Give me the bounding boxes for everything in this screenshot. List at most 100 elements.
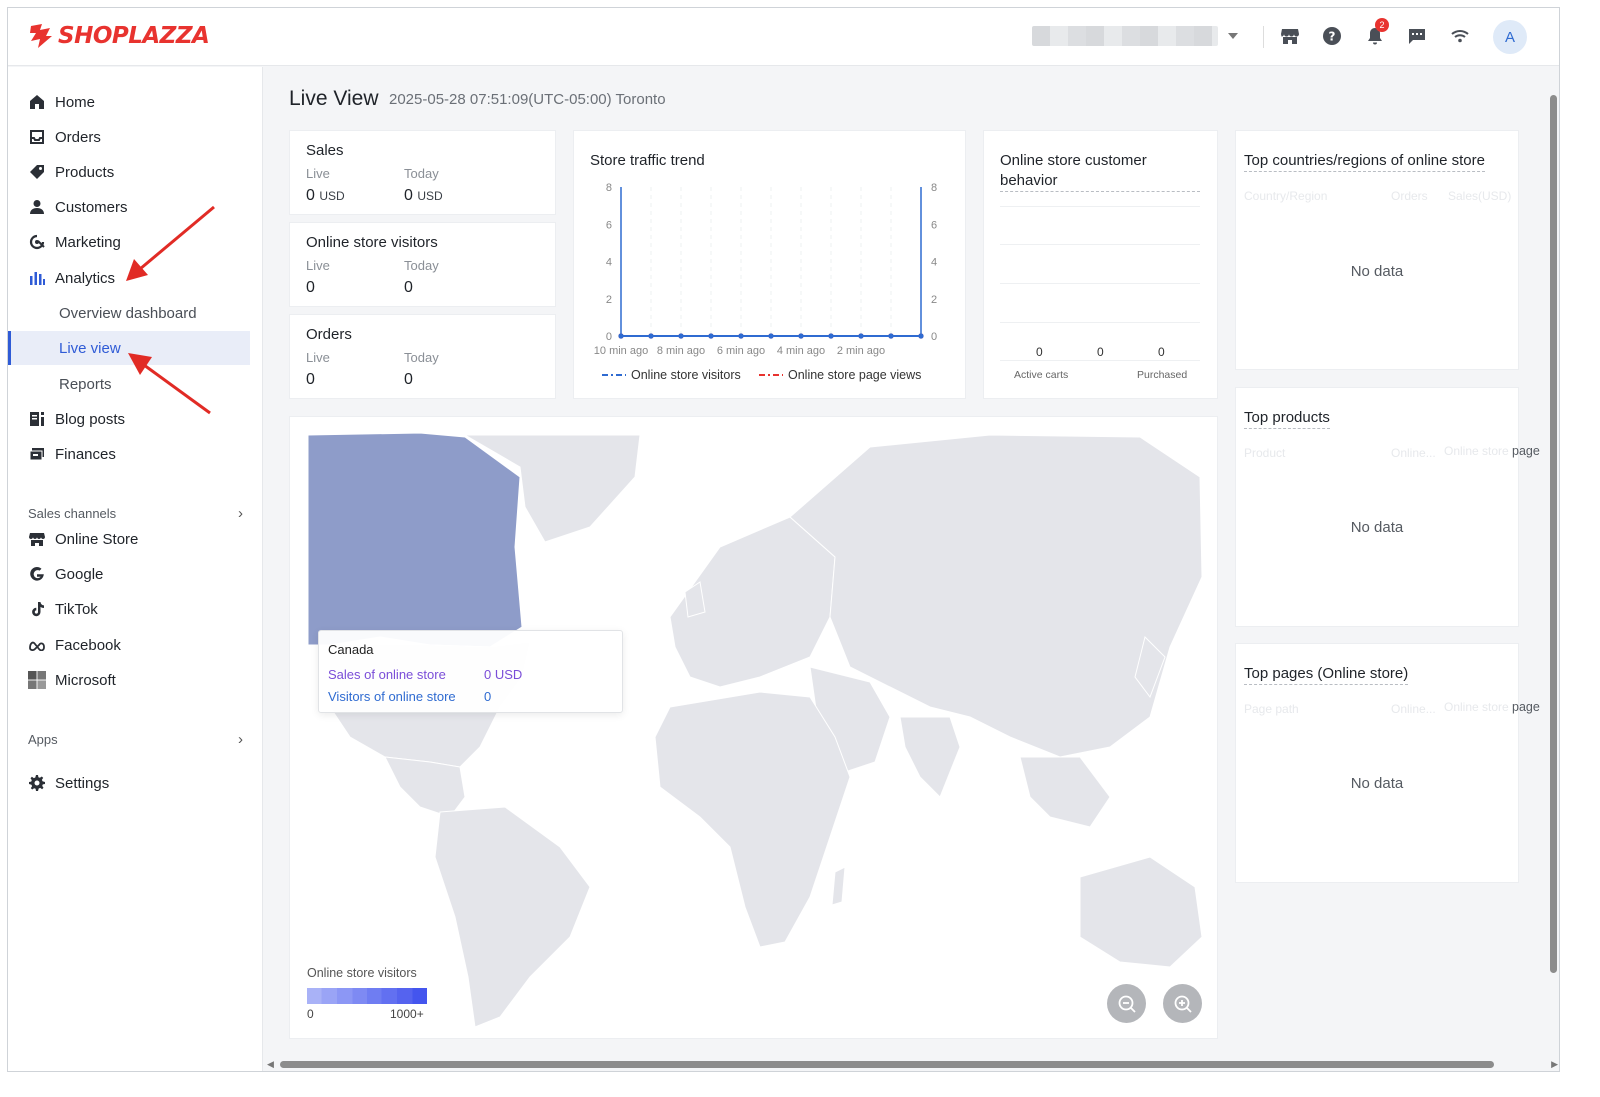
google-icon [28,565,46,583]
column-header: Country/Region [1244,189,1328,203]
column-header: Online... [1391,702,1436,716]
meta-icon [28,636,46,654]
zoom-in-button[interactable] [1163,984,1202,1023]
data-point [678,333,684,339]
data-point [828,333,834,339]
column-header: Sales(USD) [1448,189,1512,203]
sales-today-value: 0 USD [404,187,443,205]
card-title: Sales [306,142,344,159]
zoom-in-icon [1174,995,1192,1013]
zoom-out-button[interactable] [1107,984,1146,1023]
tiktok-icon [28,600,46,618]
legend-line-visitors [602,374,626,376]
card-title: Online store visitors [306,234,438,251]
data-point [648,333,654,339]
column-header: Online store [1444,700,1509,714]
scroll-right-arrow-icon[interactable]: ▶ [1551,1059,1558,1070]
divider [1263,26,1264,48]
grid-line [1000,360,1200,361]
microsoft-icon [28,671,46,689]
live-label: Live [306,166,330,181]
top-countries-card: Top countries/regions of online store Co… [1235,130,1519,370]
grid-line [1000,244,1200,245]
vertical-scrollbar[interactable] [1546,67,1559,1057]
sidebar-item-finances[interactable]: Finances [8,437,250,471]
y-tick-label-right: 2 [931,294,937,306]
avatar[interactable]: A [1493,20,1527,54]
scroll-left-arrow-icon[interactable]: ◀ [267,1059,274,1070]
tooltip-visitors-label: Visitors of online store [328,689,456,704]
sidebar-item-label: TikTok [55,600,98,618]
y-tick-label-right: 4 [931,257,937,269]
sidebar-item-online-store[interactable]: Online Store [8,522,250,556]
world-map-card: Canada Sales of online store 0 USD Visit… [289,416,1218,1039]
sidebar-item-label: Finances [55,445,116,463]
sidebar: Home Orders Products Customers Marketing… [8,67,263,1071]
y-tick-label-right: 6 [931,219,937,231]
data-point [858,333,864,339]
data-point [768,333,774,339]
visitors-today-value: 0 [404,279,413,296]
shoplazza-logo[interactable]: SHOPLAZZA [28,22,210,50]
legend-label: Online store visitors [631,368,741,382]
orders-live-value: 0 [306,371,315,388]
store-selector[interactable] [1032,25,1248,47]
sidebar-subitem-label: Live view [59,339,121,357]
bell-icon[interactable]: 2 [1363,18,1389,48]
wifi-icon[interactable] [1448,24,1472,48]
orders-card: Orders Live Today 0 0 [289,314,556,399]
tag-icon [28,163,46,181]
horizontal-scrollbar[interactable]: ◀ ▶ [264,1057,1559,1071]
card-title: Online store customer behavior [1000,151,1200,192]
data-point [888,333,894,339]
sidebar-item-facebook[interactable]: Facebook [8,628,250,662]
card-title: Top countries/regions of online store [1244,151,1485,172]
sales-channels-header[interactable]: Sales channels › [28,505,243,522]
apps-header[interactable]: Apps › [28,731,243,748]
sidebar-item-products[interactable]: Products [8,155,250,189]
sidebar-item-google[interactable]: Google [8,557,250,591]
data-point [798,333,804,339]
column-header: Page path [1244,702,1299,716]
scrollbar-thumb[interactable] [1550,95,1557,973]
card-title: Top pages (Online store) [1244,664,1409,685]
traffic-trend-card: Store traffic trend 0 0 2 2 4 4 6 6 8 8 10 min ago… [573,130,966,399]
top-products-card: Top products Product Online... Online st… [1235,387,1540,627]
y-tick-label-left: 0 [606,331,612,343]
column-header: Online... [1391,446,1436,460]
annotation-arrow-analytics [126,205,215,281]
finance-icon [28,445,46,463]
today-label: Today [404,350,439,365]
sidebar-item-label: Microsoft [55,671,116,689]
store-name-blurred [1032,26,1218,46]
y-tick-label-right: 0 [931,331,937,343]
legend-item-visitors[interactable]: Online store visitors [602,368,741,382]
sidebar-subitem-overview-dashboard[interactable]: Overview dashboard [8,296,250,330]
x-tick-label: 6 min ago [717,345,765,357]
x-label: Active carts [1014,369,1069,381]
customer-behavior-card: Online store customer behavior 0 0 0 Act… [983,130,1218,399]
help-icon[interactable]: ? [1320,24,1344,48]
sidebar-item-settings[interactable]: Settings [8,766,250,800]
sidebar-item-tiktok[interactable]: TikTok [8,592,250,626]
legend-item-pageviews[interactable]: Online store page views [759,368,921,382]
sidebar-item-label: Online Store [55,530,139,548]
storefront-icon[interactable] [1278,24,1302,48]
main-content: Live View 2025-05-28 07:51:09(UTC-05:00)… [264,67,1546,1057]
person-icon [28,198,46,216]
south-america-region [434,806,591,1028]
sidebar-item-orders[interactable]: Orders [8,120,250,154]
y-tick-label-left: 8 [606,182,612,194]
currency: USD [319,189,345,203]
store-icon [28,530,46,548]
message-icon[interactable] [1405,24,1429,48]
world-map[interactable] [290,417,1218,1039]
zoom-out-icon [1118,995,1136,1013]
sidebar-item-home[interactable]: Home [8,85,250,119]
scrollbar-thumb[interactable] [280,1061,1494,1068]
annotation-arrow-live-view [128,353,211,415]
marketing-icon [28,233,46,251]
sidebar-item-microsoft[interactable]: Microsoft [8,663,250,697]
sidebar-item-label: Facebook [55,636,121,654]
map-legend-scale[interactable] [307,988,427,1004]
